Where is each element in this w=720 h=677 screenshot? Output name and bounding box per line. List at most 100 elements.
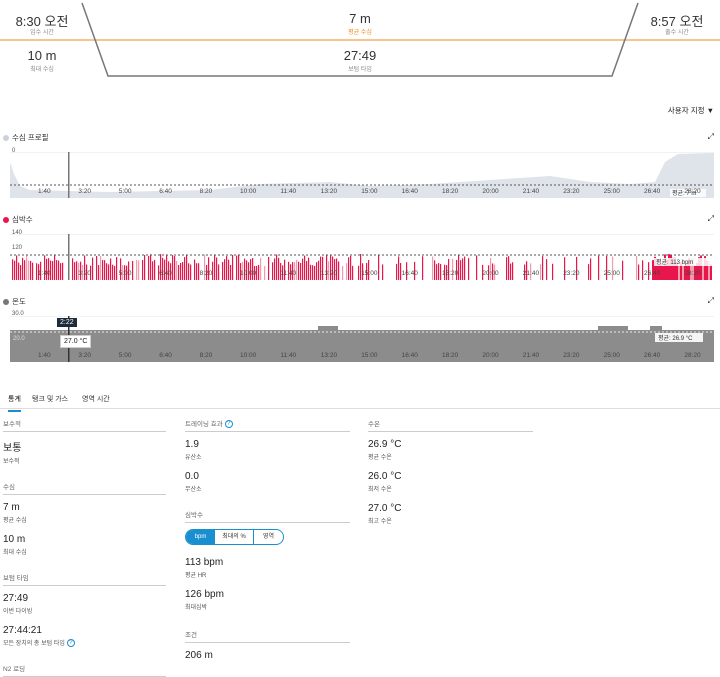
conditions-value: 206 m [185,650,213,662]
x-tick-label: 26:40 [644,270,661,277]
x-tick-label: 10:00 [240,352,257,359]
max-hr-value: 126 bpm [185,589,224,601]
temp-x-axis: 1:40 3:20 5:00 6:40 8:20 10:00 11:40 13:20 15:00… [10,352,714,362]
x-tick-label: 23:20 [563,352,580,359]
depth-legend-dot [3,135,9,142]
dive-summary-header: 8:30 오전 입수 시간 7 m 평균 수심 8:57 오전 출수 시간 10… [0,0,720,80]
help-icon[interactable]: ? [66,639,75,648]
x-tick-label: 28:20 [684,270,701,277]
avg-hr-value: 113 bpm [185,557,224,569]
x-tick-label: 25:00 [603,352,620,359]
x-tick-label: 5:00 [118,352,132,359]
x-tick-label: 8:20 [199,188,213,195]
temp-y-mid: 20.0 [13,336,25,342]
water-temp-title: 수온 [368,418,533,432]
stats-column-2: 트레이닝 효과? 1.9 유산소 0.0 무산소 심박수 bpm 최대의 % 영… [185,418,350,661]
x-tick-label: 21:40 [522,352,540,359]
hr-chart-title: 심박수 [3,214,33,225]
temp-chart-title: 온도 [3,296,26,307]
depth-x-axis: 1:40 3:20 5:00 6:40 8:20 10:00 11:40 13:20 15:00… [10,188,714,198]
x-tick-label: 13:20 [320,352,338,359]
x-tick-label: 3:20 [78,352,92,359]
x-tick-label: 11:40 [280,270,297,277]
hr-unit-toggle: bpm 최대의 % 영역 [185,529,284,546]
tab-stats[interactable]: 통계 [8,394,21,412]
anaerobic-label: 무산소 [185,487,202,494]
x-tick-label: 15:00 [361,270,378,277]
tab-tanks-gas[interactable]: 탱크 및 가스 [32,394,68,404]
x-tick-label: 10:00 [240,188,257,195]
x-tick-label: 3:20 [78,270,92,277]
x-tick-label: 5:00 [118,270,132,277]
temp-avg-label: 평균: 26.9 °C [658,334,693,342]
x-tick-label: 15:00 [361,352,378,359]
hr-toggle-bpm[interactable]: bpm [186,530,216,545]
avg-depth-value: 7 m [3,502,20,513]
x-tick-label: 20:00 [482,352,499,359]
hr-section-title: 심박수 [185,509,350,524]
n2-loading-title: N2 로딩 [3,663,166,677]
conditions-title: 조건 [185,629,350,644]
hr-toggle-zones[interactable]: 영역 [254,530,283,544]
x-tick-label: 28:20 [684,188,701,195]
avg-hr-label: 평균 HR [185,573,207,580]
x-tick-label: 23:20 [563,270,580,277]
x-tick-label: 11:40 [280,188,297,195]
hr-chart-title-text: 심박수 [12,215,33,224]
stats-tabs: 통계 탱크 및 가스 영역 시간 [0,392,720,412]
training-effect-title: 트레이닝 효과? [185,418,350,433]
x-tick-label: 5:00 [118,188,132,195]
expand-icon[interactable]: ⤢ [708,132,714,142]
x-tick-label: 25:00 [603,188,620,195]
hr-toggle-percent-max[interactable]: 최대의 % [215,530,254,545]
x-tick-label: 21:40 [522,188,540,195]
total-bottom-time-label: 모든 장치의 총 보텀 타임? [3,638,166,648]
hr-avg-label: 평균: 113 bpm [656,258,693,266]
x-tick-label: 26:40 [644,188,661,195]
avg-water-temp: 26.9 °C [368,439,402,450]
depth-chart-title-text: 수심 프로필 [12,133,49,142]
x-tick-label: 18:20 [442,188,459,195]
avg-depth: 7 m [349,11,371,26]
bottom-time-label: 보텀 타임 [348,67,372,73]
x-tick-label: 1:40 [38,352,51,359]
training-effect-title-text: 트레이닝 효과 [185,421,223,428]
x-tick-label: 18:20 [442,270,459,277]
expand-icon[interactable]: ⤢ [708,296,714,306]
this-dive-label: 이번 다이빙 [3,609,33,615]
avg-water-temp-label: 평균 수온 [368,455,392,461]
min-water-temp: 26.0 °C [368,471,402,482]
max-depth-label: 최대 수심 [30,67,54,73]
x-tick-label: 18:20 [442,352,459,359]
max-depth-stat-label: 최대 수심 [3,550,27,556]
max-water-temp: 27.0 °C [368,503,402,514]
entry-time-label: 입수 시간 [30,30,54,36]
anaerobic-value: 0.0 [185,471,199,483]
cursor-time-tooltip: 2:22 [57,318,77,327]
cursor-value-tooltip: 27.0 °C [60,335,92,348]
conservatism-label: 보수적 [3,459,20,465]
expand-icon[interactable]: ⤢ [708,214,714,224]
bottom-time-section-title: 보텀 타임 [3,572,166,586]
temp-legend-dot [3,299,9,306]
hr-legend-dot [3,217,9,224]
avg-depth-label: 평균 수심 [348,30,372,36]
aerobic-value: 1.9 [185,439,199,451]
customize-dropdown[interactable]: 사용자 지정 ▼ [668,105,714,116]
x-tick-label: 6:40 [159,270,172,277]
x-tick-label: 6:40 [159,188,172,195]
x-tick-label: 20:00 [482,188,499,195]
x-tick-label: 15:00 [361,188,378,195]
exit-time-label: 출수 시간 [665,30,689,36]
x-tick-label: 21:40 [522,270,540,277]
total-bottom-time-label-text: 모든 장치의 총 보텀 타임 [3,641,65,647]
tab-zone-time[interactable]: 영역 시간 [82,394,110,404]
aerobic-label: 유산소 [185,455,202,462]
x-tick-label: 25:00 [603,270,620,277]
x-tick-label: 28:20 [684,352,701,359]
help-icon[interactable]: ? [224,420,233,429]
stats-column-3: 수온 26.9 °C 평균 수온 26.0 °C 최저 수온 27.0 °C 최… [368,418,533,525]
hr-x-axis: 1:40 3:20 5:00 6:40 8:20 10:00 11:40 13:20 15:00… [10,270,714,280]
max-depth-value: 10 m [3,534,26,545]
x-tick-label: 13:20 [320,270,338,277]
